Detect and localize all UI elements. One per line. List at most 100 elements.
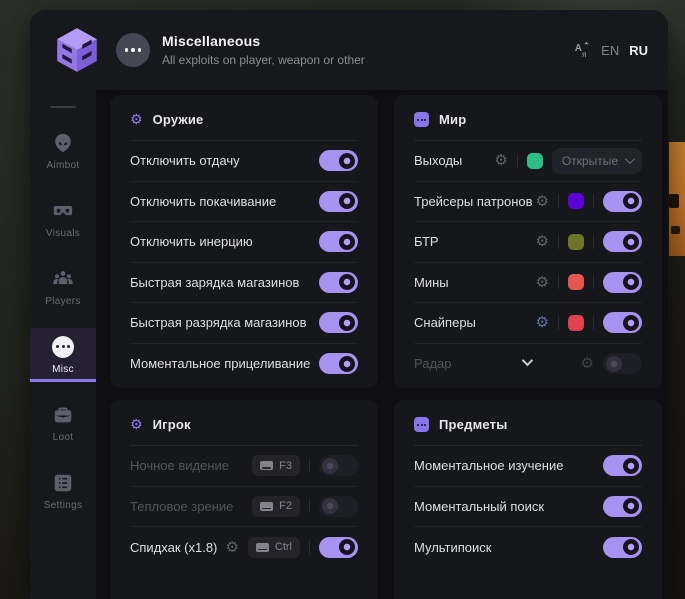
page-subtitle: All exploits on player, weapon or other — [162, 53, 365, 67]
items-section-icon — [414, 417, 429, 432]
sidebar-item-label: Visuals — [46, 228, 80, 239]
toggle-switch[interactable] — [603, 537, 642, 558]
toggle-switch[interactable] — [603, 272, 642, 293]
toggle-switch[interactable] — [603, 496, 642, 517]
sidebar-item-visuals[interactable]: Visuals — [30, 192, 96, 246]
toggle-switch[interactable] — [319, 231, 358, 252]
gear-icon: ⚙ — [130, 418, 143, 432]
keyboard-icon — [256, 543, 269, 552]
setting-label: Моментальный поиск — [414, 499, 603, 514]
vr-goggles-icon — [52, 200, 74, 222]
toggle-switch[interactable] — [603, 312, 642, 333]
setting-label: Моментальное изучение — [414, 458, 603, 473]
toggle-switch[interactable] — [319, 150, 358, 171]
setting-label: Ночное видение — [130, 458, 252, 473]
setting-row: Снайперы ⚙ — [414, 303, 642, 344]
ellipsis-circle-icon — [52, 336, 74, 358]
exits-dropdown[interactable]: Открытые — [552, 148, 642, 174]
control-divider — [593, 275, 594, 289]
setting-row: Быстрая разрядка магазинов — [130, 303, 358, 344]
game-background-sign — [669, 142, 685, 256]
section-player: ⚙ Игрок Ночное видение F3 — [110, 400, 378, 599]
setting-row: Радар ⚙ — [414, 344, 642, 385]
sidebar-nav: Aimbot Visuals Players — [30, 90, 96, 599]
setting-row: Трейсеры патронов ⚙ — [414, 182, 642, 223]
toggle-switch[interactable] — [319, 496, 358, 517]
app-logo — [44, 25, 110, 75]
setting-row: Быстрая зарядка магазинов — [130, 263, 358, 304]
section-title: Предметы — [439, 417, 508, 432]
gear-icon[interactable]: ⚙ — [536, 234, 549, 249]
setting-row: Отключить покачивание — [130, 182, 358, 223]
toggle-switch[interactable] — [603, 353, 642, 374]
sidebar-item-label: Settings — [44, 500, 83, 511]
toggle-switch[interactable] — [319, 353, 358, 374]
cheat-menu-window: Miscellaneous All exploits on player, we… — [30, 10, 668, 599]
toggle-switch[interactable] — [319, 272, 358, 293]
screen: Miscellaneous All exploits on player, we… — [0, 0, 685, 599]
lang-ru-button[interactable]: RU — [629, 43, 648, 58]
control-divider — [593, 194, 594, 208]
section-title: Оружие — [153, 112, 204, 127]
lang-en-button[interactable]: EN — [601, 43, 619, 58]
keyboard-icon — [260, 502, 273, 511]
gear-icon[interactable]: ⚙ — [225, 540, 238, 555]
svg-text:я: я — [582, 50, 586, 59]
setting-row: Мины ⚙ — [414, 263, 642, 304]
color-swatch[interactable] — [568, 193, 584, 209]
setting-label: БТР — [414, 234, 536, 249]
gear-icon[interactable]: ⚙ — [536, 315, 549, 330]
setting-label: Спидхак (x1.8) — [130, 540, 225, 555]
keybind-badge[interactable]: F2 — [252, 496, 300, 517]
section-title: Игрок — [153, 417, 191, 432]
setting-label: Быстрая зарядка магазинов — [130, 275, 319, 290]
control-divider — [558, 275, 559, 289]
control-divider — [593, 316, 594, 330]
setting-label: Мультипоиск — [414, 540, 603, 555]
control-divider — [558, 316, 559, 330]
sidebar-item-label: Loot — [53, 432, 74, 443]
gear-icon[interactable]: ⚙ — [536, 194, 549, 209]
page-title: Miscellaneous — [162, 33, 365, 49]
sidebar-item-aimbot[interactable]: Aimbot — [30, 124, 96, 178]
toggle-switch[interactable] — [319, 455, 358, 476]
setting-label: Мины — [414, 275, 536, 290]
toggle-switch[interactable] — [319, 312, 358, 333]
players-group-icon — [52, 268, 74, 290]
toggle-switch[interactable] — [319, 191, 358, 212]
setting-label: Отключить инерцию — [130, 234, 319, 249]
color-swatch[interactable] — [568, 274, 584, 290]
setting-row: Отключить отдачу — [130, 141, 358, 182]
control-divider — [309, 499, 310, 513]
sidebar-item-players[interactable]: Players — [30, 260, 96, 314]
sidebar-item-settings[interactable]: Settings — [30, 464, 96, 518]
toggle-switch[interactable] — [603, 191, 642, 212]
keybind-badge[interactable]: Ctrl — [248, 537, 300, 558]
color-swatch[interactable] — [527, 153, 543, 169]
main-content: ⚙ Оружие Отключить отдачу Отключить пока… — [96, 90, 668, 599]
gear-icon[interactable]: ⚙ — [494, 153, 507, 168]
sidebar-item-loot[interactable]: Loot — [30, 396, 96, 450]
briefcase-icon — [52, 404, 74, 426]
window-header: Miscellaneous All exploits on player, we… — [30, 10, 668, 90]
sidebar-item-label: Players — [45, 296, 80, 307]
toggle-switch[interactable] — [603, 455, 642, 476]
keybind-badge[interactable]: F3 — [252, 455, 300, 476]
color-swatch[interactable] — [568, 234, 584, 250]
sidebar-divider — [50, 106, 76, 108]
section-title: Мир — [439, 112, 466, 127]
chevron-down-icon — [625, 154, 635, 164]
sidebar-item-misc[interactable]: Misc — [30, 328, 96, 382]
setting-row: Моментальное изучение — [414, 446, 642, 487]
keyboard-icon — [260, 461, 273, 470]
toggle-switch[interactable] — [603, 231, 642, 252]
control-divider — [309, 540, 310, 554]
gear-icon[interactable]: ⚙ — [581, 356, 594, 371]
toggle-switch[interactable] — [319, 537, 358, 558]
setting-row: Выходы ⚙ Открытые — [414, 141, 642, 182]
setting-row: Мультипоиск — [414, 527, 642, 568]
color-swatch[interactable] — [568, 315, 584, 331]
setting-label: Отключить отдачу — [130, 153, 319, 168]
gear-icon[interactable]: ⚙ — [536, 275, 549, 290]
setting-row: Спидхак (x1.8) ⚙ Ctrl — [130, 527, 358, 568]
